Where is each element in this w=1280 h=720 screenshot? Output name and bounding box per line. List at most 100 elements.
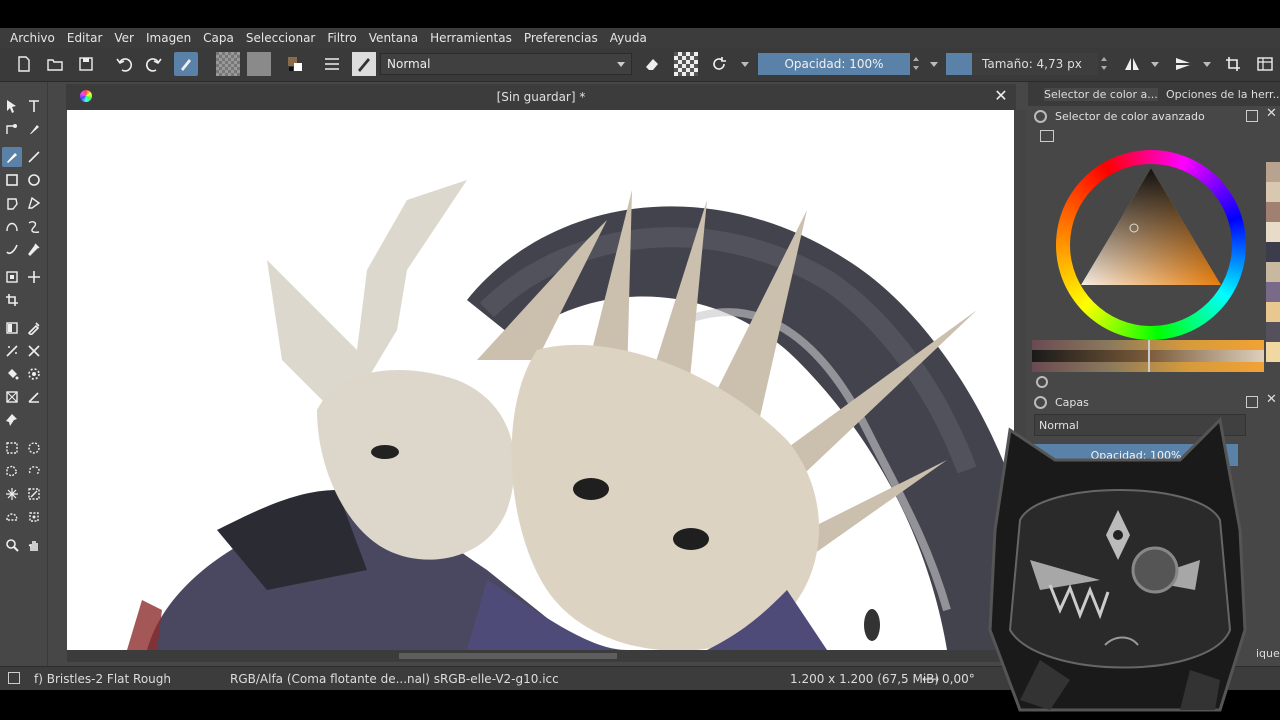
brush-preview-icon[interactable] <box>8 672 20 684</box>
size-slider[interactable]: Tamaño: 4,73 px <box>946 53 1098 75</box>
document-title[interactable]: [Sin guardar] * <box>66 90 1016 104</box>
magnetic-select-icon[interactable] <box>24 507 44 527</box>
color-triangle[interactable] <box>1056 150 1246 340</box>
gear-icon[interactable] <box>1034 109 1047 123</box>
close-icon[interactable]: ✕ <box>1266 392 1277 407</box>
bezier-select-icon[interactable] <box>2 507 22 527</box>
opacity-label: Opacidad: 100% <box>784 57 884 71</box>
brush-editor-icon[interactable] <box>352 52 376 76</box>
open-folder-icon[interactable] <box>43 52 67 76</box>
mirror-horizontal-icon[interactable] <box>1120 52 1144 76</box>
rect-select-icon[interactable] <box>2 438 22 458</box>
size-spinner[interactable] <box>1099 53 1109 75</box>
tab-tool-options[interactable]: Opciones de la herr... <box>1166 88 1280 101</box>
rectangle-tool-icon[interactable] <box>2 170 22 190</box>
zoom-tool-icon[interactable] <box>2 535 22 555</box>
undo-icon[interactable] <box>112 52 136 76</box>
eraser-icon[interactable] <box>640 52 664 76</box>
save-icon[interactable] <box>74 52 98 76</box>
gradient-swatch[interactable] <box>247 52 271 76</box>
menu-seleccionar[interactable]: Seleccionar <box>240 31 321 45</box>
menu-archivo[interactable]: Archivo <box>4 31 61 45</box>
size-slider-fill <box>946 53 972 75</box>
close-icon[interactable]: ✕ <box>1266 106 1277 121</box>
measure-grid-icon[interactable] <box>2 387 22 407</box>
freehand-brush-icon[interactable] <box>2 147 22 167</box>
polygon-tool-icon[interactable] <box>2 193 22 213</box>
opacity-slider[interactable]: Opacidad: 100% <box>758 53 910 75</box>
horizontal-scrollbar[interactable] <box>67 650 1014 662</box>
letterbox-top <box>0 0 1280 28</box>
reference-pin-icon[interactable] <box>2 410 22 430</box>
eye <box>371 445 399 459</box>
mirror-vertical-icon[interactable] <box>1171 52 1195 76</box>
menu-ver[interactable]: Ver <box>108 31 140 45</box>
menu-editar[interactable]: Editar <box>61 31 109 45</box>
tab-color-selector[interactable]: Selector de color a... <box>1044 88 1158 101</box>
multibrush-icon[interactable] <box>24 239 44 259</box>
new-document-icon[interactable] <box>12 52 36 76</box>
menu-ventana[interactable]: Ventana <box>363 31 424 45</box>
list-icon[interactable] <box>1040 130 1054 142</box>
menu-herramientas[interactable]: Herramientas <box>424 31 518 45</box>
gear-icon[interactable] <box>1034 395 1047 409</box>
redo-icon[interactable] <box>142 52 166 76</box>
menu-capa[interactable]: Capa <box>197 31 240 45</box>
palette-strip[interactable] <box>1266 162 1280 392</box>
measure-tool-icon[interactable] <box>24 387 44 407</box>
drawing-canvas[interactable] <box>67 110 1014 650</box>
line-tool-icon[interactable] <box>24 147 44 167</box>
opacity-spinner[interactable] <box>911 53 921 75</box>
scrollbar-thumb[interactable] <box>399 653 617 659</box>
blend-mode-select[interactable]: Normal <box>380 53 632 75</box>
menu-preferencias[interactable]: Preferencias <box>518 31 604 45</box>
calligraphy-icon[interactable] <box>24 119 44 139</box>
close-icon[interactable]: ✕ <box>992 87 1010 105</box>
refresh-icon[interactable] <box>1036 376 1048 388</box>
fill-tool-icon[interactable] <box>2 364 22 384</box>
dynamic-brush-icon[interactable] <box>2 239 22 259</box>
pattern-swatch[interactable] <box>216 52 240 76</box>
freehand-path-icon[interactable] <box>24 216 44 236</box>
move-tool-icon[interactable] <box>24 267 44 287</box>
crop-wrap-icon[interactable] <box>1221 52 1245 76</box>
pan-tool-icon[interactable] <box>24 535 44 555</box>
float-panel-icon[interactable] <box>1246 396 1258 408</box>
menu-ayuda[interactable]: Ayuda <box>604 31 653 45</box>
transform-tool-icon[interactable] <box>2 267 22 287</box>
color-panel-title: Selector de color avanzado <box>1055 109 1205 123</box>
freehand-select-icon[interactable] <box>24 461 44 481</box>
gradient-tool-icon[interactable] <box>2 318 22 338</box>
polyline-tool-icon[interactable] <box>24 193 44 213</box>
rotate-icon[interactable]: ⟷ <box>922 672 939 686</box>
contiguous-select-icon[interactable] <box>2 484 22 504</box>
color-history-bar[interactable] <box>1032 340 1264 372</box>
ellipse-tool-icon[interactable] <box>24 170 44 190</box>
reload-preset-icon[interactable] <box>707 52 731 76</box>
crop-tool-icon[interactable] <box>2 290 22 310</box>
ellipse-select-icon[interactable] <box>24 438 44 458</box>
color-picker-icon[interactable] <box>24 318 44 338</box>
bezier-tool-icon[interactable] <box>2 216 22 236</box>
text-tool-icon[interactable] <box>24 96 44 116</box>
select-shape-icon[interactable] <box>2 96 22 116</box>
assistant-tool-icon[interactable] <box>24 341 44 361</box>
fg-bg-color-icon[interactable] <box>283 52 307 76</box>
float-panel-icon[interactable] <box>1246 110 1258 122</box>
alpha-lock-icon[interactable] <box>674 52 698 76</box>
menu-filtro[interactable]: Filtro <box>321 31 362 45</box>
edit-shapes-icon[interactable] <box>2 119 22 139</box>
brush-settings-icon[interactable] <box>320 52 344 76</box>
color-wheel[interactable] <box>1056 150 1246 340</box>
chevron-down-icon[interactable] <box>930 62 938 67</box>
brush-preset-icon[interactable] <box>174 52 198 76</box>
chevron-down-icon[interactable] <box>1151 62 1159 67</box>
polygon-select-icon[interactable] <box>2 461 22 481</box>
menu-imagen[interactable]: Imagen <box>140 31 197 45</box>
smart-patch-icon[interactable] <box>2 341 22 361</box>
chevron-down-icon[interactable] <box>1203 62 1211 67</box>
chevron-down-icon[interactable] <box>741 62 749 67</box>
workspace-icon[interactable] <box>1253 52 1277 76</box>
similar-select-icon[interactable] <box>24 484 44 504</box>
enclose-fill-icon[interactable] <box>24 364 44 384</box>
